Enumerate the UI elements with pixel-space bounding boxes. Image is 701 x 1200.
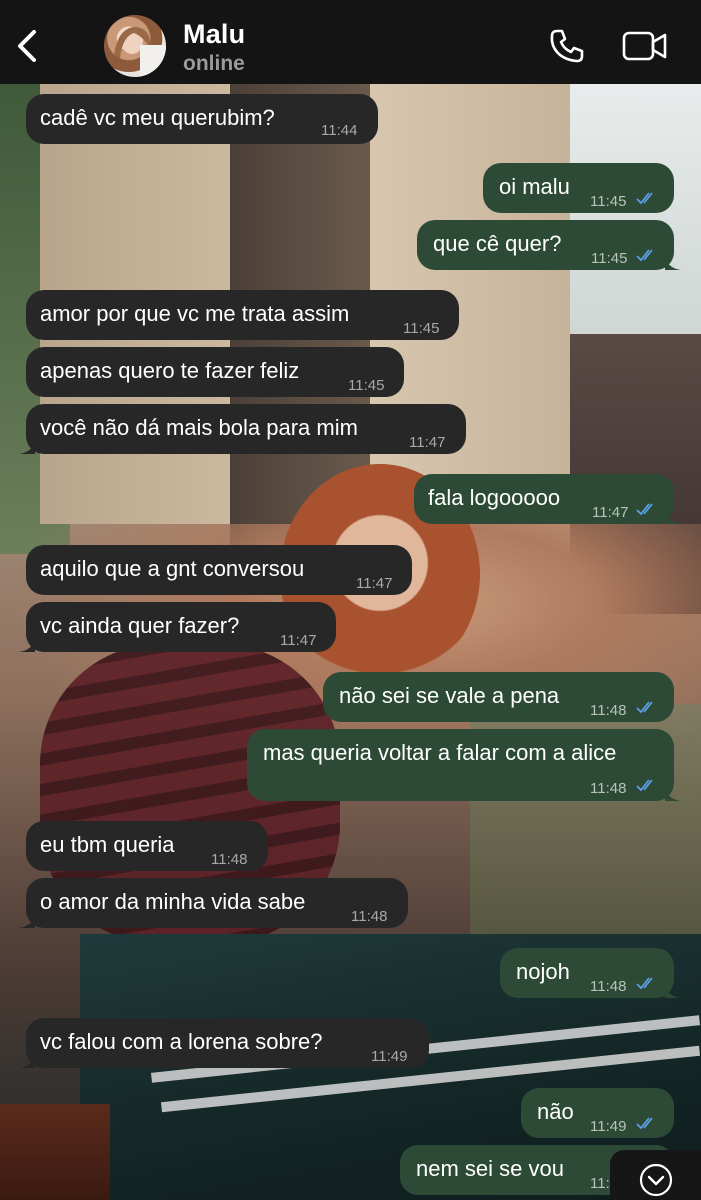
read-ticks-icon: [636, 701, 653, 714]
message-text: não: [537, 1099, 574, 1124]
bubble-tail: [665, 510, 681, 524]
chevron-left-icon: [18, 30, 36, 62]
message-outgoing[interactable]: nojoh 11:48: [500, 948, 681, 998]
chevron-down-icon: [639, 1163, 673, 1197]
bubble-tail: [19, 1054, 35, 1068]
message-time: 11:45: [348, 377, 385, 394]
bubble-tail: [19, 440, 35, 454]
chat-header: Malu online: [0, 0, 701, 84]
message-outgoing[interactable]: que cê quer? 11:45: [417, 220, 681, 270]
message-text: nojoh: [516, 959, 570, 984]
message-outgoing[interactable]: oi malu 11:45: [483, 163, 674, 213]
message-incoming[interactable]: vc falou com a lorena sobre? 11:49: [19, 1018, 429, 1068]
message-text: que cê quer?: [433, 231, 562, 256]
message-time: 11:47: [280, 632, 317, 649]
message-incoming[interactable]: eu tbm queria 11:48: [26, 821, 268, 871]
message-time: 11:47: [409, 434, 446, 451]
read-ticks-icon: [636, 977, 653, 990]
message-incoming[interactable]: cadê vc meu querubim? 11:44: [26, 94, 378, 144]
message-text: você não dá mais bola para mim: [40, 415, 358, 440]
read-ticks-icon: [636, 192, 653, 205]
message-time: 11:48: [351, 908, 388, 925]
message-text: fala logooooo: [428, 485, 561, 510]
message-text: vc falou com a lorena sobre?: [40, 1029, 323, 1054]
message-text: mas queria voltar a falar com a alice: [263, 740, 617, 765]
message-incoming[interactable]: apenas quero te fazer feliz 11:45: [26, 347, 404, 397]
message-text: não sei se vale a pena: [339, 683, 560, 708]
message-incoming[interactable]: aquilo que a gnt conversou 11:47: [26, 545, 412, 595]
message-time: 11:48: [590, 702, 627, 719]
message-text: oi malu: [499, 174, 570, 199]
message-outgoing[interactable]: mas queria voltar a falar com a alice 11…: [247, 729, 681, 801]
message-outgoing[interactable]: não sei se vale a pena 11:48: [323, 672, 674, 722]
back-button[interactable]: [10, 26, 46, 66]
message-time: 11:49: [371, 1048, 408, 1065]
message-incoming[interactable]: você não dá mais bola para mim 11:47: [19, 404, 466, 454]
message-time: 11:45: [590, 193, 627, 210]
message-time: 11:48: [590, 978, 627, 995]
bubble-tail: [665, 984, 681, 998]
message-time: 11:47: [356, 575, 393, 592]
message-text: aquilo que a gnt conversou: [40, 556, 305, 581]
bubble-tail: [19, 638, 35, 652]
message-outgoing[interactable]: não 11:49: [521, 1088, 674, 1138]
message-time: 11:45: [591, 250, 628, 267]
message-list: cadê vc meu querubim? 11:44 oi malu 11:4…: [0, 0, 701, 1200]
message-text: cadê vc meu querubim?: [40, 105, 275, 130]
contact-avatar[interactable]: [104, 15, 166, 77]
bubble-tail: [19, 914, 35, 928]
message-text: vc ainda quer fazer?: [40, 613, 240, 638]
video-call-button[interactable]: [622, 30, 668, 62]
bubble-tail: [665, 787, 681, 801]
message-time: 11:: [590, 1175, 610, 1192]
read-ticks-icon: [636, 503, 653, 516]
read-ticks-icon: [636, 779, 653, 792]
phone-icon: [550, 29, 584, 63]
message-text: o amor da minha vida sabe: [40, 889, 306, 914]
message-incoming[interactable]: o amor da minha vida sabe 11:48: [19, 878, 408, 928]
read-ticks-icon: [636, 249, 653, 262]
message-incoming[interactable]: amor por que vc me trata assim 11:45: [26, 290, 459, 340]
message-time: 11:48: [211, 851, 248, 868]
contact-name[interactable]: Malu: [183, 19, 245, 50]
voice-call-button[interactable]: [548, 27, 586, 65]
message-text: apenas quero te fazer feliz: [40, 358, 300, 383]
scroll-to-bottom-button[interactable]: [610, 1150, 701, 1200]
message-text: amor por que vc me trata assim: [40, 301, 350, 326]
message-text: nem sei se vou: [416, 1156, 564, 1181]
video-camera-icon: [622, 31, 667, 61]
bubble-tail: [665, 256, 681, 270]
message-time: 11:44: [321, 122, 358, 139]
read-ticks-icon: [636, 1117, 653, 1130]
message-outgoing[interactable]: fala logooooo 11:47: [414, 474, 681, 524]
message-time: 11:49: [590, 1118, 627, 1135]
message-incoming[interactable]: vc ainda quer fazer? 11:47: [19, 602, 336, 652]
message-time: 11:47: [592, 504, 629, 521]
message-time: 11:45: [403, 320, 440, 337]
message-time: 11:48: [590, 780, 627, 797]
contact-status: online: [183, 52, 245, 75]
message-text: eu tbm queria: [40, 832, 175, 857]
